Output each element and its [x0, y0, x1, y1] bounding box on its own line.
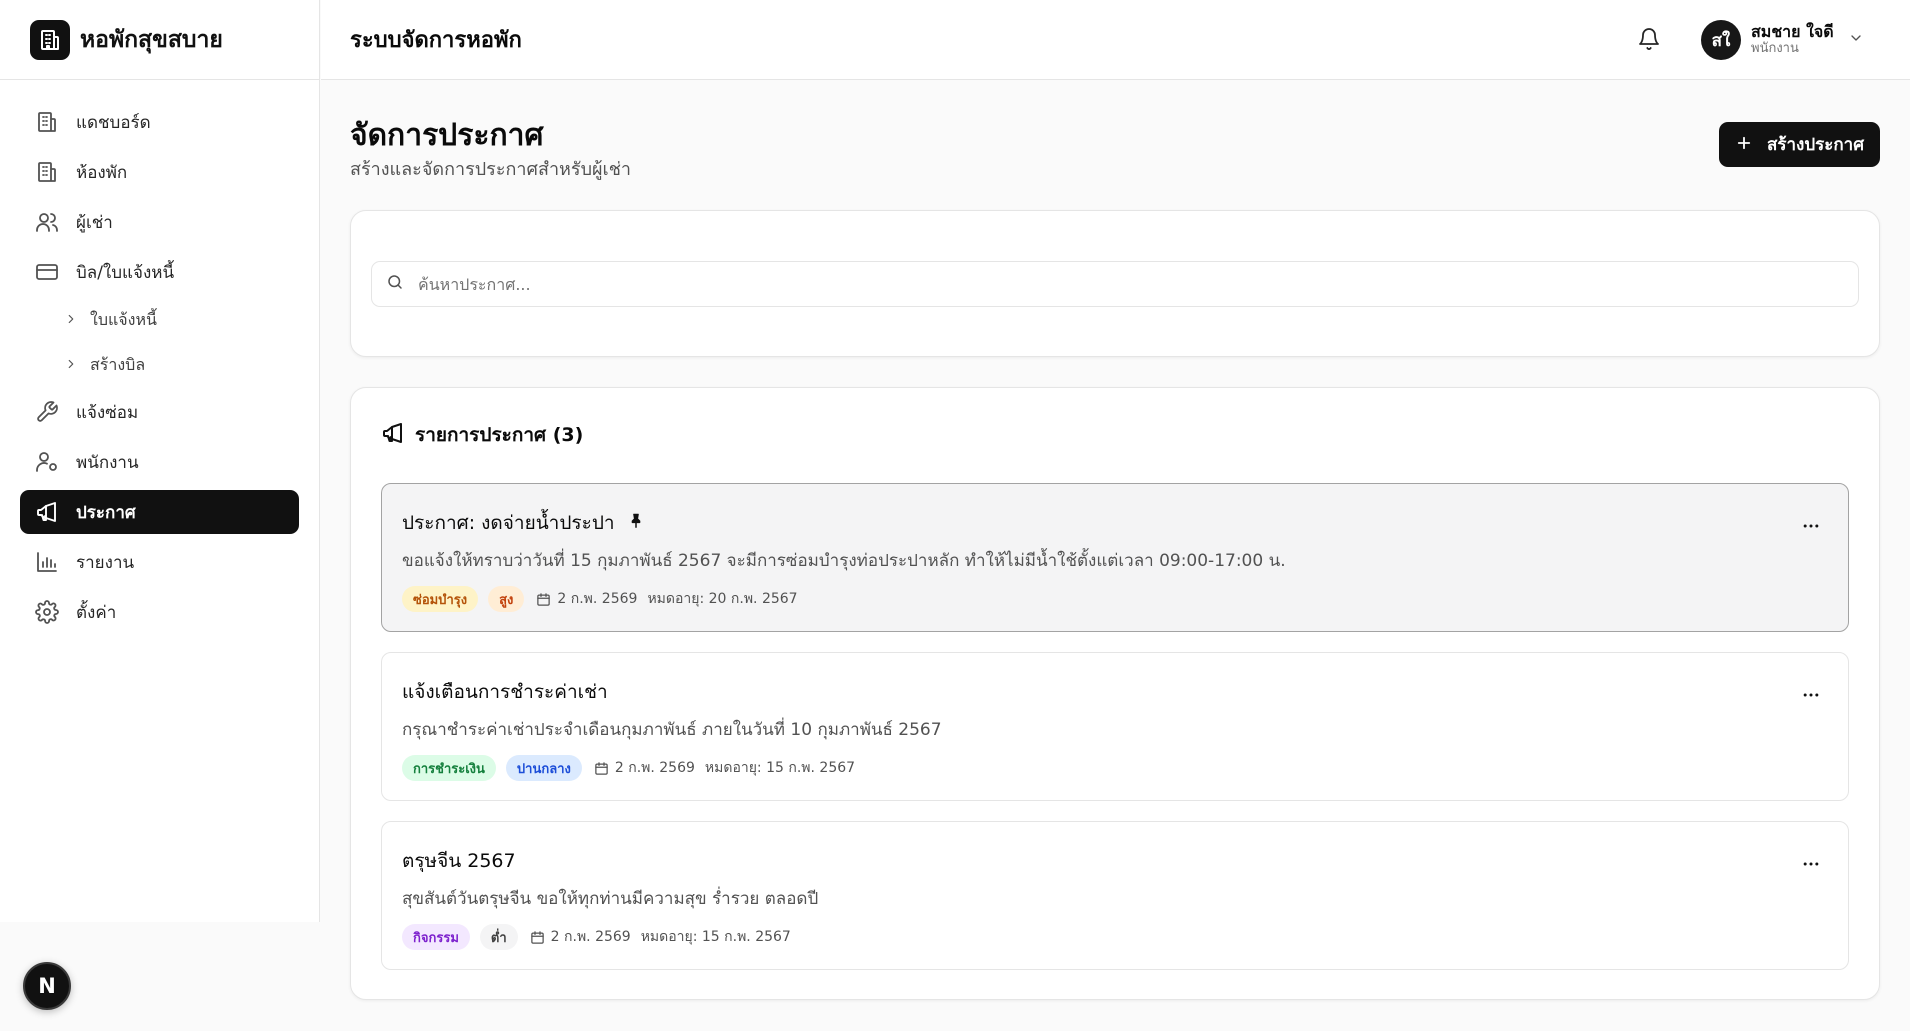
search-card — [350, 210, 1880, 357]
sidebar-item-label: แจ้งซ่อม — [76, 402, 139, 423]
priority-badge: สูง — [488, 586, 525, 612]
announcement-list-card: รายการประกาศ (3) ประกาศ: งดจ่ายน้ำประปา … — [350, 387, 1880, 1000]
announcement-date: 2 ก.พ. 2569 — [614, 760, 695, 776]
building-icon — [34, 159, 60, 185]
more-options-button[interactable] — [1796, 852, 1826, 880]
sidebar-subitem-label: ใบแจ้งหนี้ — [90, 309, 157, 329]
sidebar-subitem-invoices[interactable]: ใบแจ้งหนี้ — [20, 300, 299, 340]
announcement-title-row: ตรุษจีน 2567 — [402, 846, 516, 876]
page-title: จัดการประกาศ — [350, 118, 544, 153]
search-input[interactable] — [418, 274, 1818, 294]
announcement-title-row: ประกาศ: งดจ่ายน้ำประปา — [402, 508, 645, 538]
calendar-icon — [536, 592, 551, 607]
sidebar-item-announcements[interactable]: ประกาศ — [20, 490, 299, 534]
announcement-body: ขอแจ้งให้ทราบว่าวันที่ 15 กุมภาพันธ์ 256… — [402, 551, 1286, 571]
sidebar-item-label: รายงาน — [76, 552, 135, 573]
announcement-expiry: หมดอายุ: 15 ก.พ. 2567 — [704, 760, 856, 776]
announcement-expiry: หมดอายุ: 15 ก.พ. 2567 — [640, 929, 791, 945]
announcement-title-row: แจ้งเตือนการชำระค่าเช่า — [402, 677, 608, 707]
announcement-date: 2 ก.พ. 2569 — [557, 591, 638, 607]
sidebar-nav: แดชบอร์ด ห้องพัก ผู้เช่า บิล/ใบแจ้งหนี้ … — [0, 80, 319, 634]
topbar: ระบบจัดการหอพัก สใ สมชาย ใจดี พนักงาน — [321, 0, 1910, 80]
announcement-title: แจ้งเตือนการชำระค่าเช่า — [402, 681, 608, 703]
devtools-button[interactable]: N — [23, 962, 71, 1010]
plus-icon — [1735, 134, 1753, 156]
sidebar-item-label: ห้องพัก — [76, 162, 128, 183]
announcement-item[interactable]: ประกาศ: งดจ่ายน้ำประปา ขอแจ้งให้ทราบว่าว… — [381, 483, 1849, 632]
gear-icon — [34, 599, 60, 625]
search-icon — [386, 273, 404, 295]
credit-card-icon — [34, 259, 60, 285]
user-name: สมชาย ใจดี — [1751, 22, 1834, 42]
category-badge: การชำระเงิน — [402, 755, 496, 781]
announcement-meta: กิจกรรม ต่ำ 2 ก.พ. 2569 หมดอายุ: 15 ก.พ.… — [402, 924, 791, 950]
category-badge: ซ่อมบำรุง — [402, 586, 479, 612]
announcement-item[interactable]: แจ้งเตือนการชำระค่าเช่า กรุณาชำระค่าเช่า… — [381, 652, 1849, 801]
more-horizontal-icon — [1801, 516, 1821, 540]
calendar-icon — [594, 761, 609, 776]
sidebar-item-settings[interactable]: ตั้งค่า — [20, 590, 299, 634]
bar-chart-icon — [34, 549, 60, 575]
sidebar-subitem-label: สร้างบิล — [90, 354, 146, 374]
user-cog-icon — [34, 449, 60, 475]
chevron-down-icon — [1848, 30, 1864, 50]
sidebar-item-maintenance[interactable]: แจ้งซ่อม — [20, 390, 299, 434]
priority-badge: ต่ำ — [479, 924, 518, 950]
page-subtitle: สร้างและจัดการประกาศสำหรับผู้เช่า — [350, 159, 632, 180]
sidebar-item-label: ตั้งค่า — [76, 602, 117, 623]
devtools-label: N — [38, 974, 56, 998]
more-horizontal-icon — [1801, 685, 1821, 709]
priority-badge: ปานกลาง — [505, 755, 582, 781]
header-title: ระบบจัดการหอพัก — [350, 28, 522, 53]
more-options-button[interactable] — [1796, 514, 1826, 542]
category-badge: กิจกรรม — [402, 924, 470, 950]
sidebar: หอพักสุขสบาย แดชบอร์ด ห้องพัก ผู้เช่า บิ… — [0, 0, 320, 922]
building-icon — [34, 109, 60, 135]
bell-icon[interactable] — [1637, 27, 1663, 53]
users-icon — [34, 209, 60, 235]
calendar-icon — [530, 930, 545, 945]
sidebar-item-tenants[interactable]: ผู้เช่า — [20, 200, 299, 244]
sidebar-item-label: ผู้เช่า — [76, 212, 113, 233]
more-options-button[interactable] — [1796, 683, 1826, 711]
search-box[interactable] — [371, 261, 1859, 307]
user-info: สมชาย ใจดี พนักงาน — [1751, 22, 1834, 56]
building-icon — [30, 19, 70, 60]
avatar: สใ — [1701, 20, 1741, 60]
sidebar-item-bills[interactable]: บิล/ใบแจ้งหนี้ — [20, 250, 299, 294]
chevron-right-icon — [64, 311, 78, 330]
create-announcement-button[interactable]: สร้างประกาศ — [1719, 122, 1880, 167]
chevron-right-icon — [64, 356, 78, 375]
announcement-meta: การชำระเงิน ปานกลาง 2 ก.พ. 2569 หมดอายุ:… — [402, 755, 855, 781]
brand[interactable]: หอพักสุขสบาย — [0, 0, 319, 80]
more-horizontal-icon — [1801, 854, 1821, 878]
sidebar-item-label: พนักงาน — [76, 452, 139, 473]
announcement-title: ประกาศ: งดจ่ายน้ำประปา — [402, 512, 615, 534]
megaphone-icon — [381, 421, 405, 449]
announcement-title: ตรุษจีน 2567 — [402, 850, 516, 872]
announcement-meta: ซ่อมบำรุง สูง 2 ก.พ. 2569 หมดอายุ: 20 ก.… — [402, 586, 798, 612]
sidebar-item-rooms[interactable]: ห้องพัก — [20, 150, 299, 194]
announcement-body: สุขสันต์วันตรุษจีน ขอให้ทุกท่านมีความสุข… — [402, 889, 819, 909]
create-announcement-label: สร้างประกาศ — [1766, 135, 1865, 155]
brand-name: หอพักสุขสบาย — [80, 26, 223, 53]
list-heading-label: รายการประกาศ (3) — [415, 424, 584, 446]
sidebar-item-staff[interactable]: พนักงาน — [20, 440, 299, 484]
sidebar-subitem-create-bill[interactable]: สร้างบิล — [20, 345, 299, 385]
announcement-expiry: หมดอายุ: 20 ก.พ. 2567 — [647, 591, 798, 607]
wrench-icon — [34, 399, 60, 425]
list-heading: รายการประกาศ (3) — [381, 420, 583, 450]
sidebar-item-dashboard[interactable]: แดชบอร์ด — [20, 100, 299, 144]
sidebar-item-reports[interactable]: รายงาน — [20, 540, 299, 584]
sidebar-item-label: บิล/ใบแจ้งหนี้ — [76, 262, 175, 283]
announcement-item[interactable]: ตรุษจีน 2567 สุขสันต์วันตรุษจีน ขอให้ทุก… — [381, 821, 1849, 970]
announcement-body: กรุณาชำระค่าเช่าประจำเดือนกุมภาพันธ์ ภาย… — [402, 720, 942, 740]
announcement-date: 2 ก.พ. 2569 — [550, 929, 631, 945]
megaphone-icon — [34, 499, 60, 525]
pin-icon — [627, 512, 645, 535]
sidebar-item-label: ประกาศ — [76, 502, 136, 523]
user-role: พนักงาน — [1751, 40, 1799, 56]
user-menu[interactable]: สใ สมชาย ใจดี พนักงาน — [1701, 18, 1864, 62]
sidebar-item-label: แดชบอร์ด — [76, 112, 151, 133]
